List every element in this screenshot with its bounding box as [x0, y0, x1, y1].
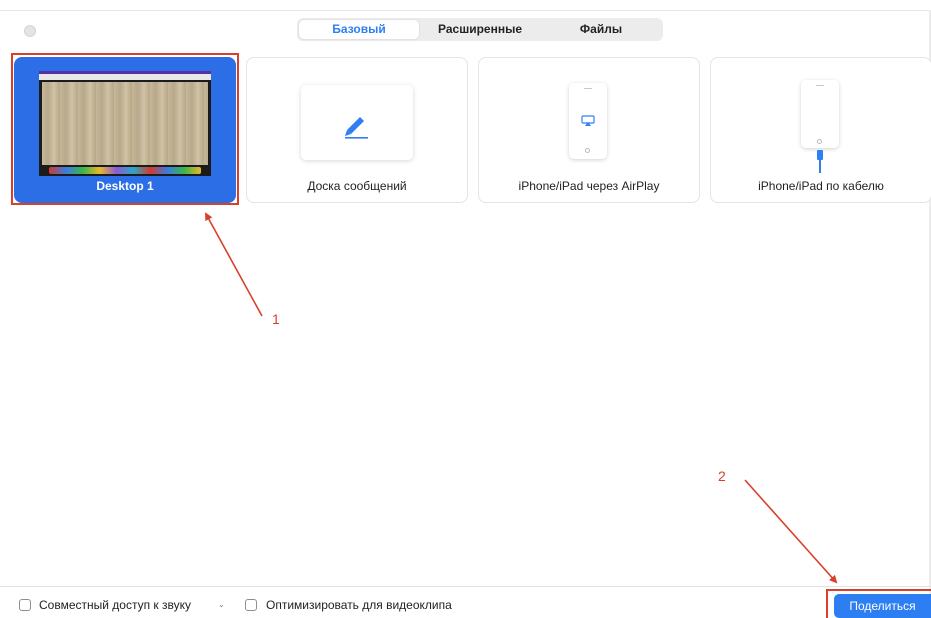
optimize-video-checkbox[interactable]	[245, 599, 257, 611]
annotation-arrow-1	[205, 212, 263, 317]
optimize-video-label: Оптимизировать для видеоклипа	[266, 598, 452, 612]
chevron-down-icon[interactable]: ⌄	[218, 600, 225, 609]
share-screen-window: Базовый Расширенные Файлы Desktop 1 Доск…	[0, 0, 931, 618]
annotation-highlight-share	[826, 589, 931, 618]
annotation-marker-2: 2	[718, 468, 726, 484]
annotation-arrows	[205, 212, 838, 584]
annotation-arrow-2	[744, 479, 838, 584]
footer-divider	[0, 586, 931, 587]
share-audio-checkbox[interactable]	[19, 599, 31, 611]
annotation-marker-1: 1	[272, 311, 280, 327]
share-audio-label: Совместный доступ к звуку	[39, 598, 192, 612]
